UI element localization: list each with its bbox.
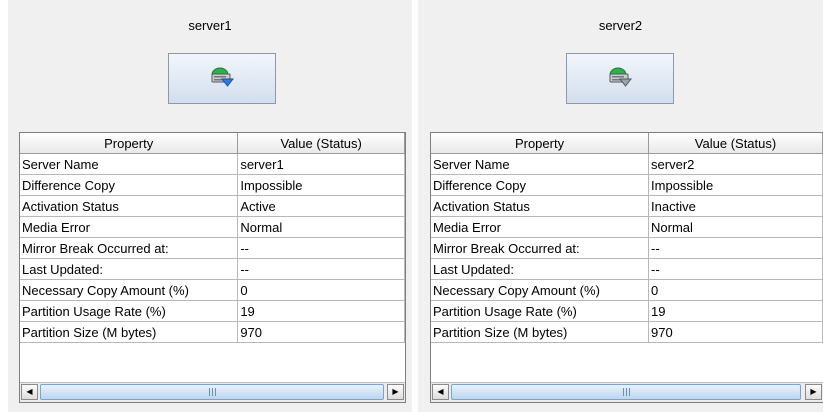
property-cell: Last Updated:: [431, 258, 650, 280]
property-cell: Activation Status: [431, 195, 650, 217]
value-cell: 970: [648, 321, 823, 343]
property-cell: Mirror Break Occurred at:: [431, 237, 650, 259]
scrollbar-thumb[interactable]: [451, 384, 801, 400]
property-cell: Partition Usage Rate (%): [431, 300, 650, 322]
server1-button[interactable]: [168, 53, 276, 104]
property-cell: Media Error: [431, 216, 650, 238]
property-cell: Partition Size (M bytes): [20, 321, 239, 343]
scrollbar-thumb[interactable]: [40, 384, 384, 400]
server-title: server1: [188, 18, 232, 33]
table-row[interactable]: Activation Status Inactive: [431, 195, 823, 217]
grip-icon: [623, 388, 630, 396]
table-row[interactable]: Mirror Break Occurred at: --: [431, 237, 823, 259]
server2-button[interactable]: [566, 53, 674, 104]
table-row[interactable]: Necessary Copy Amount (%) 0: [431, 279, 823, 301]
properties-table: Property Value (Status) Server Name serve…: [430, 132, 823, 403]
property-cell: Server Name: [431, 153, 650, 175]
value-cell: --: [237, 237, 405, 259]
server-icon: [607, 65, 633, 92]
value-cell: 0: [648, 279, 823, 301]
table-row[interactable]: Last Updated: --: [20, 258, 405, 280]
table-row[interactable]: Difference Copy Impossible: [20, 174, 405, 196]
property-cell: Server Name: [20, 153, 239, 175]
property-cell: Difference Copy: [431, 174, 650, 196]
value-cell: server1: [237, 153, 405, 175]
table-row[interactable]: Media Error Normal: [431, 216, 823, 238]
property-cell: Partition Size (M bytes): [431, 321, 650, 343]
server-icon: [209, 65, 235, 92]
value-cell: 0: [237, 279, 405, 301]
value-cell: Active: [237, 195, 405, 217]
property-cell: Difference Copy: [20, 174, 239, 196]
property-cell: Last Updated:: [20, 258, 239, 280]
server1-panel: server1 Property Value (Status) Server N…: [8, 0, 412, 412]
value-cell: 970: [237, 321, 405, 343]
properties-table: Property Value (Status) Server Name serve…: [19, 132, 406, 403]
table-row[interactable]: Server Name server1: [20, 153, 405, 175]
value-cell: Impossible: [648, 174, 823, 196]
table-row[interactable]: Partition Size (M bytes) 970: [20, 321, 405, 343]
grip-icon: [209, 388, 216, 396]
table-row[interactable]: Necessary Copy Amount (%) 0: [20, 279, 405, 301]
value-cell: 19: [648, 300, 823, 322]
value-cell: Inactive: [648, 195, 823, 217]
table-row[interactable]: Server Name server2: [431, 153, 823, 175]
horizontal-scrollbar[interactable]: ◀ ▶: [20, 382, 405, 402]
column-header-property[interactable]: Property: [431, 133, 650, 154]
horizontal-scrollbar[interactable]: ◀ ▶: [431, 382, 823, 402]
table-row[interactable]: Difference Copy Impossible: [431, 174, 823, 196]
property-cell: Necessary Copy Amount (%): [20, 279, 239, 301]
property-cell: Media Error: [20, 216, 239, 238]
property-cell: Mirror Break Occurred at:: [20, 237, 239, 259]
table-row[interactable]: Partition Usage Rate (%) 19: [431, 300, 823, 322]
value-cell: Normal: [648, 216, 823, 238]
table-row[interactable]: Partition Usage Rate (%) 19: [20, 300, 405, 322]
value-cell: Normal: [237, 216, 405, 238]
table-row[interactable]: Mirror Break Occurred at: --: [20, 237, 405, 259]
value-cell: server2: [648, 153, 823, 175]
value-cell: --: [648, 258, 823, 280]
scroll-right-arrow-icon[interactable]: ▶: [805, 384, 822, 400]
table-row[interactable]: Last Updated: --: [431, 258, 823, 280]
server2-panel: server2 Property Value (Status) Server N…: [418, 0, 823, 412]
property-cell: Necessary Copy Amount (%): [431, 279, 650, 301]
table-row[interactable]: Activation Status Active: [20, 195, 405, 217]
property-cell: Activation Status: [20, 195, 239, 217]
scroll-right-arrow-icon[interactable]: ▶: [387, 384, 404, 400]
value-cell: --: [648, 237, 823, 259]
column-header-value[interactable]: Value (Status): [237, 133, 405, 154]
value-cell: --: [237, 258, 405, 280]
scroll-left-arrow-icon[interactable]: ◀: [21, 384, 38, 400]
table-row[interactable]: Partition Size (M bytes) 970: [431, 321, 823, 343]
server-title: server2: [598, 18, 643, 33]
table-row[interactable]: Media Error Normal: [20, 216, 405, 238]
column-header-property[interactable]: Property: [20, 133, 239, 154]
column-header-value[interactable]: Value (Status): [648, 133, 823, 154]
value-cell: 19: [237, 300, 405, 322]
property-cell: Partition Usage Rate (%): [20, 300, 239, 322]
value-cell: Impossible: [237, 174, 405, 196]
scroll-left-arrow-icon[interactable]: ◀: [432, 384, 449, 400]
